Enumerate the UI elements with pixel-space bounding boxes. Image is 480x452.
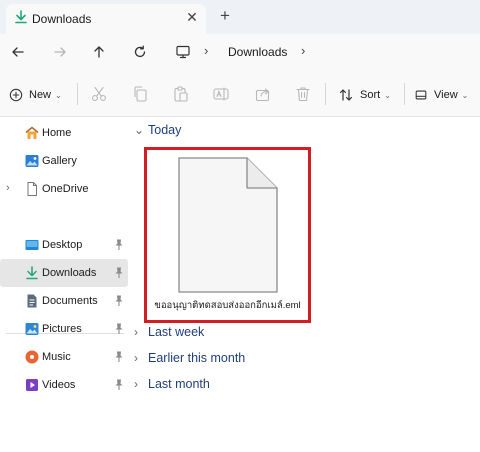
sidebar-item-downloads[interactable]: Downloads	[0, 259, 128, 287]
chevron-right-icon: ›	[134, 325, 138, 339]
new-tab-button[interactable]: +	[216, 7, 234, 25]
pin-icon[interactable]	[113, 266, 125, 280]
arrow-right-icon	[54, 47, 66, 57]
new-button[interactable]: New ⌄	[9, 85, 62, 105]
delete-icon[interactable]	[294, 85, 312, 103]
chevron-down-icon: ⌄	[134, 123, 145, 137]
toolbar-divider	[77, 83, 78, 105]
toolbar-divider	[404, 83, 405, 105]
home-icon	[25, 126, 39, 139]
music-icon	[25, 350, 39, 364]
group-header-earlier-this-month[interactable]: › Earlier this month	[134, 349, 245, 367]
refresh-icon	[134, 45, 146, 58]
sidebar-item-label: Documents	[42, 295, 98, 307]
paste-icon[interactable]	[172, 85, 190, 103]
sidebar-item-desktop[interactable]: Desktop	[0, 231, 128, 259]
back-button[interactable]	[8, 42, 28, 62]
tab-downloads[interactable]: Downloads ✕	[6, 4, 206, 34]
close-tab-icon[interactable]: ✕	[183, 9, 201, 26]
navigation-pane: Home Gallery › OneDrive Desktop Download…	[0, 117, 130, 452]
rename-icon[interactable]	[212, 85, 230, 103]
sidebar-item-videos[interactable]: Videos	[0, 371, 128, 399]
group-header-last-month[interactable]: › Last month	[134, 375, 210, 393]
title-bar: Downloads ✕ +	[0, 0, 480, 34]
sort-icon	[339, 89, 353, 101]
group-label: Last week	[148, 325, 205, 339]
file-name: ขออนุญาติทดสอบส่งออกอีกเมล์.eml	[154, 300, 301, 311]
sidebar-item-pictures[interactable]: Pictures	[0, 315, 128, 343]
pin-icon[interactable]	[113, 378, 125, 392]
command-bar: New ⌄ Sort ⌄ View ⌄	[0, 71, 480, 117]
sidebar-item-music[interactable]: Music	[0, 343, 128, 371]
sidebar-item-label: Videos	[42, 379, 76, 391]
group-label: Earlier this month	[148, 351, 246, 365]
chevron-down-icon: ⌄	[384, 90, 391, 100]
sidebar-item-label: Gallery	[42, 155, 77, 167]
arrow-up-icon	[94, 46, 104, 58]
cut-icon[interactable]	[90, 85, 108, 103]
forward-button[interactable]	[50, 42, 70, 62]
sidebar-item-onedrive[interactable]: › OneDrive	[0, 175, 128, 203]
arrow-left-icon	[12, 47, 24, 57]
documents-icon	[27, 294, 37, 308]
gallery-icon	[25, 155, 39, 167]
toolbar-divider	[325, 83, 326, 105]
breadcrumb-downloads[interactable]: Downloads	[228, 45, 287, 59]
plus-circle-icon	[9, 88, 23, 102]
chevron-right-icon: ›	[134, 377, 138, 391]
share-icon[interactable]	[254, 85, 272, 103]
file-item-highlighted[interactable]: ขออนุญาติทดสอบส่งออกอีกเมล์.eml	[144, 147, 311, 323]
copy-icon[interactable]	[131, 85, 149, 103]
pin-icon[interactable]	[113, 350, 125, 364]
breadcrumb-separator[interactable]: ›	[204, 43, 208, 58]
sidebar-item-documents[interactable]: Documents	[0, 287, 128, 315]
generic-file-icon	[178, 157, 278, 293]
chevron-right-icon: ›	[134, 351, 138, 365]
download-icon	[26, 266, 38, 280]
sidebar-item-label: Pictures	[42, 323, 82, 335]
download-icon	[15, 10, 27, 24]
chevron-down-icon: ⌄	[461, 90, 469, 100]
desktop-icon	[25, 240, 39, 250]
group-label: Today	[148, 123, 182, 137]
view-icon	[415, 90, 427, 100]
pin-icon[interactable]	[113, 294, 125, 308]
sort-label: Sort	[360, 89, 381, 101]
pictures-icon	[25, 323, 39, 335]
sidebar-item-label: Music	[42, 351, 71, 363]
sidebar-item-label: Desktop	[42, 239, 83, 251]
tab-title: Downloads	[32, 12, 92, 26]
refresh-button[interactable]	[130, 42, 150, 62]
sidebar-item-label: Downloads	[42, 267, 97, 279]
group-header-today[interactable]: ⌄ Today	[134, 121, 181, 139]
sidebar-item-label: Home	[42, 127, 72, 139]
view-label: View	[434, 89, 458, 101]
breadcrumb-separator[interactable]: ›	[301, 43, 305, 58]
group-label: Last month	[148, 377, 210, 391]
sidebar-item-label: OneDrive	[42, 183, 89, 195]
file-icon	[27, 182, 37, 196]
navigation-bar: › Downloads ›	[0, 34, 480, 71]
chevron-right-icon[interactable]: ›	[6, 182, 10, 194]
this-pc-icon[interactable]	[175, 44, 191, 60]
sidebar-item-home[interactable]: Home	[0, 119, 128, 147]
videos-icon	[26, 379, 38, 391]
sort-button[interactable]: Sort ⌄	[338, 85, 391, 105]
pin-icon[interactable]	[113, 238, 125, 252]
file-list-area: ⌄ Today ขออนุญาติทดสอบส่งออกอีกเมล์.eml …	[130, 117, 480, 452]
pin-icon[interactable]	[113, 322, 125, 336]
group-header-last-week[interactable]: › Last week	[134, 323, 204, 341]
up-button[interactable]	[89, 42, 109, 62]
sidebar-item-gallery[interactable]: Gallery	[0, 147, 128, 175]
chevron-down-icon: ⌄	[55, 90, 62, 100]
view-button[interactable]: View ⌄	[414, 85, 468, 105]
new-button-label: New	[29, 89, 52, 101]
